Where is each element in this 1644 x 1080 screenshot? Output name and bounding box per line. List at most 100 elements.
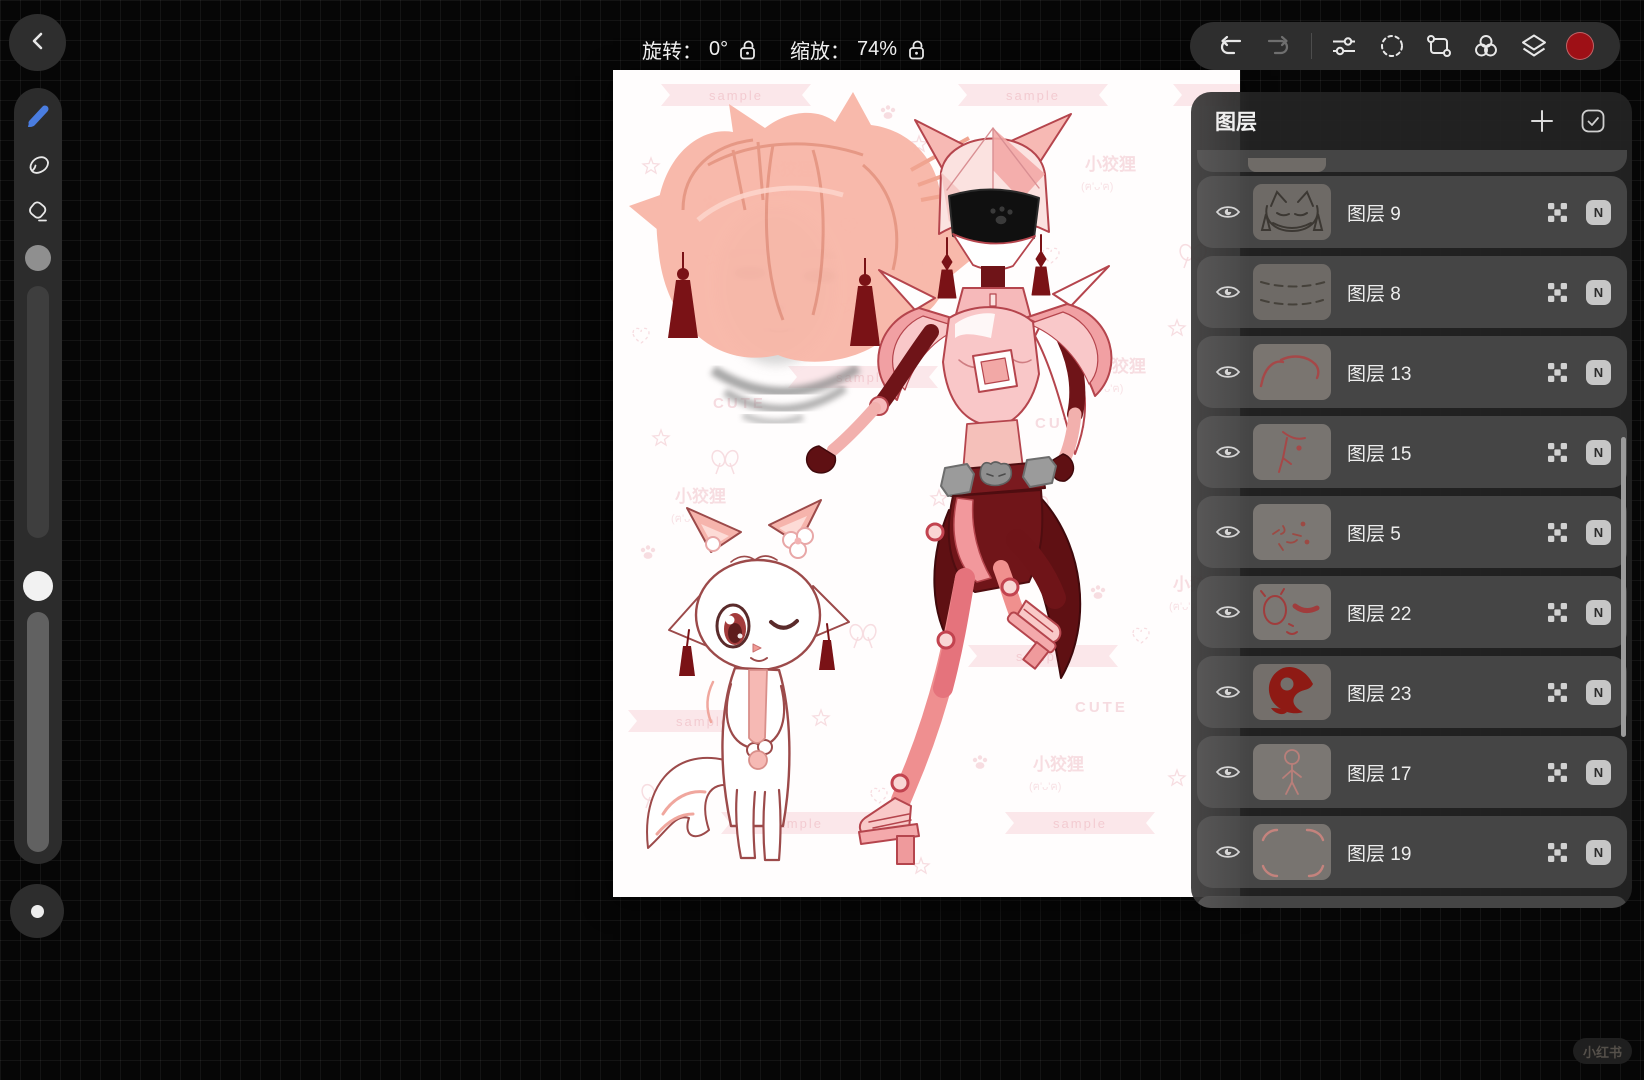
layer-name: 图层 17 (1347, 763, 1412, 785)
layer-blend-mode-badge[interactable]: N (1586, 679, 1611, 705)
brush-tool-icon[interactable] (25, 104, 51, 130)
layer-visibility-eye-icon[interactable] (1215, 203, 1241, 221)
drawing-canvas[interactable]: sample 小狡狸 (ฅ'ᴗ'ฅ) CUTE (613, 70, 1240, 897)
layer-checker-icon[interactable] (1547, 842, 1568, 863)
eraser-tool-icon[interactable] (25, 199, 51, 225)
smudge-tool-icon[interactable] (25, 152, 51, 178)
layer-name: 图层 23 (1347, 683, 1412, 705)
layers-panel-title: 图层 (1215, 111, 1257, 134)
layer-row[interactable]: 图层 8 N (1197, 256, 1627, 328)
layer-visibility-eye-icon[interactable] (1215, 683, 1241, 701)
layer-visibility-eye-icon[interactable] (1215, 763, 1241, 781)
layer-thumbnail[interactable] (1253, 264, 1331, 320)
layer-blend-mode-badge[interactable]: N (1586, 279, 1611, 305)
rotation-value: 0° (709, 38, 729, 60)
layer-checker-icon[interactable] (1547, 602, 1568, 623)
add-layer-button[interactable] (1530, 109, 1554, 133)
opacity-slider-track[interactable] (27, 612, 49, 852)
layer-blend-mode-badge[interactable]: N (1586, 759, 1611, 785)
undo-button[interactable] (1216, 31, 1246, 61)
layer-checker-icon[interactable] (1547, 282, 1568, 303)
selection-icon[interactable] (1377, 31, 1407, 61)
redo-button[interactable] (1263, 31, 1293, 61)
layers-panel-header: 图层 (1191, 92, 1632, 150)
layer-name: 图层 5 (1347, 523, 1401, 545)
zoom-value: 74% (857, 38, 898, 60)
layer-thumbnail[interactable] (1253, 824, 1331, 880)
layer-visibility-eye-icon[interactable] (1215, 843, 1241, 861)
layer-list: 图层 9 N 图层 8 N 图层 13 N 图层 15 N 图层 5 N 图层 … (1197, 176, 1627, 888)
layer-checker-icon[interactable] (1547, 362, 1568, 383)
layer-checker-icon[interactable] (1547, 522, 1568, 543)
layer-visibility-eye-icon[interactable] (1215, 363, 1241, 381)
partial-layer-row[interactable] (1197, 896, 1627, 908)
layer-visibility-eye-icon[interactable] (1215, 443, 1241, 461)
back-button[interactable] (9, 14, 66, 71)
layer-blend-mode-badge[interactable]: N (1586, 839, 1611, 865)
rotation-status: 旋转： 0° (642, 35, 758, 64)
zoom-status: 缩放： 74% (790, 35, 927, 64)
layer-row[interactable]: 图层 22 N (1197, 576, 1627, 648)
layer-name: 图层 22 (1347, 603, 1412, 625)
layer-blend-mode-badge[interactable]: N (1586, 199, 1611, 225)
layer-row[interactable]: 图层 19 N (1197, 816, 1627, 888)
layer-visibility-eye-icon[interactable] (1215, 523, 1241, 541)
brush-size-slider-track[interactable] (27, 286, 49, 538)
layer-thumbnail[interactable] (1253, 184, 1331, 240)
chevron-left-icon (26, 29, 50, 56)
left-tool-sidebar (14, 88, 62, 864)
transform-icon[interactable] (1424, 31, 1454, 61)
layer-blend-mode-badge[interactable]: N (1586, 599, 1611, 625)
current-color-swatch (1566, 32, 1594, 60)
dot-icon (30, 904, 44, 918)
select-layers-button[interactable] (1580, 108, 1606, 134)
layer-thumbnail[interactable] (1253, 424, 1331, 480)
layers-scrollbar[interactable] (1621, 437, 1626, 737)
canvas-artwork: sample 小狡狸 (ฅ'ᴗ'ฅ) CUTE (628, 84, 1240, 874)
layer-blend-mode-badge[interactable]: N (1586, 359, 1611, 385)
layer-checker-icon[interactable] (1547, 682, 1568, 703)
layer-row[interactable]: 图层 13 N (1197, 336, 1627, 408)
layer-visibility-eye-icon[interactable] (1215, 603, 1241, 621)
layer-row[interactable]: 图层 9 N (1197, 176, 1627, 248)
layers-icon[interactable] (1519, 31, 1549, 61)
layer-checker-icon[interactable] (1547, 202, 1568, 223)
layer-blend-mode-badge[interactable]: N (1586, 519, 1611, 545)
brush-size-slider-knob[interactable] (25, 245, 51, 271)
layer-name: 图层 15 (1347, 443, 1412, 465)
layer-checker-icon[interactable] (1547, 442, 1568, 463)
layer-name: 图层 19 (1347, 843, 1412, 865)
adjustments-icon[interactable] (1329, 31, 1359, 61)
colors-icon[interactable] (1471, 31, 1501, 61)
layer-row[interactable]: 图层 23 N (1197, 656, 1627, 728)
zoom-unlock-icon[interactable] (907, 38, 927, 62)
layer-thumbnail[interactable] (1253, 584, 1331, 640)
layer-blend-mode-badge[interactable]: N (1586, 439, 1611, 465)
layer-name: 图层 8 (1347, 283, 1401, 305)
layer-name: 图层 13 (1347, 363, 1412, 385)
layer-thumbnail[interactable] (1253, 504, 1331, 560)
layer-row[interactable]: 图层 5 N (1197, 496, 1627, 568)
layer-checker-icon[interactable] (1547, 762, 1568, 783)
modify-button[interactable] (10, 884, 64, 938)
chibi-cat-art (646, 499, 850, 862)
partial-layer-row[interactable] (1197, 150, 1627, 172)
layer-name: 图层 9 (1347, 203, 1401, 225)
rotation-label: 旋转： (642, 41, 702, 63)
layer-visibility-eye-icon[interactable] (1215, 283, 1241, 301)
toolbar-divider (1310, 33, 1312, 59)
rotation-unlock-icon[interactable] (738, 38, 758, 62)
zoom-label: 缩放： (790, 41, 850, 63)
color-swatch[interactable] (1566, 32, 1594, 60)
layer-thumbnail[interactable] (1253, 664, 1331, 720)
layer-thumbnail[interactable] (1253, 344, 1331, 400)
layers-panel: 图层 图层 9 N 图层 8 N 图层 13 N 图层 15 N 图层 5 N … (1191, 92, 1632, 908)
layer-row[interactable]: 图层 17 N (1197, 736, 1627, 808)
opacity-slider-knob[interactable] (23, 571, 53, 601)
standing-heel-shoe (858, 797, 920, 865)
layer-thumbnail[interactable] (1253, 744, 1331, 800)
layer-row[interactable]: 图层 15 N (1197, 416, 1627, 488)
top-toolbar (1190, 22, 1620, 70)
layer-thumbnail (1248, 158, 1326, 172)
app-root: sample 小狡狸 (ฅ'ᴗ'ฅ) CUTE (0, 0, 1644, 1080)
